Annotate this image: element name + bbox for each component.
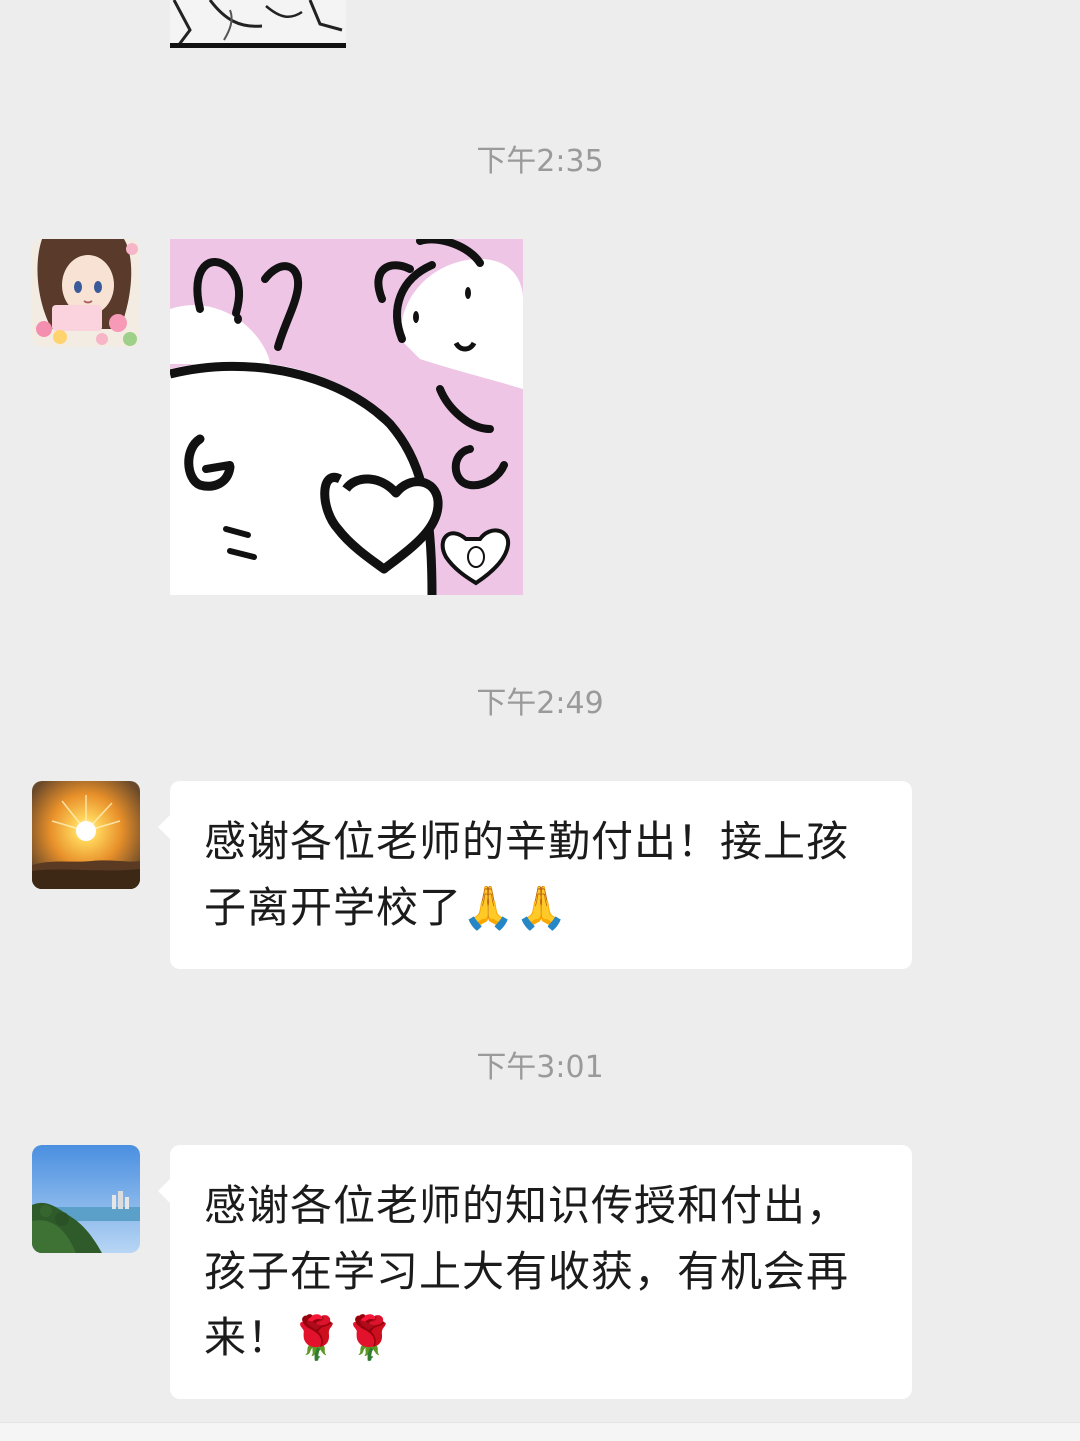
avatar-anime-girl-icon — [32, 239, 140, 347]
avatar-sunset-icon — [32, 781, 140, 889]
manga-image-message[interactable] — [170, 0, 346, 48]
message-text: 感谢各位老师的知识传授和付出，孩子在学习上大有收获，有机会再来！🌹🌹 — [204, 1181, 850, 1362]
message-text: 感谢各位老师的辛勤付出！接上孩子离开学校了🙏🙏 — [204, 817, 850, 932]
avatar[interactable] — [32, 1145, 140, 1253]
timestamp: 下午3:01 — [476, 1050, 604, 1085]
message-bubble[interactable]: 感谢各位老师的辛勤付出！接上孩子离开学校了🙏🙏 — [158, 781, 912, 969]
input-bar-edge — [0, 1422, 1080, 1441]
avatar[interactable] — [32, 239, 140, 347]
avatar[interactable] — [32, 781, 140, 889]
message-bubble[interactable]: 感谢各位老师的知识传授和付出，孩子在学习上大有收获，有机会再来！🌹🌹 — [158, 1145, 912, 1399]
avatar-coastline-icon — [32, 1145, 140, 1253]
timestamp: 下午2:49 — [476, 686, 604, 721]
timestamp: 下午2:35 — [476, 144, 604, 179]
sticker-image-message[interactable] — [170, 239, 523, 595]
